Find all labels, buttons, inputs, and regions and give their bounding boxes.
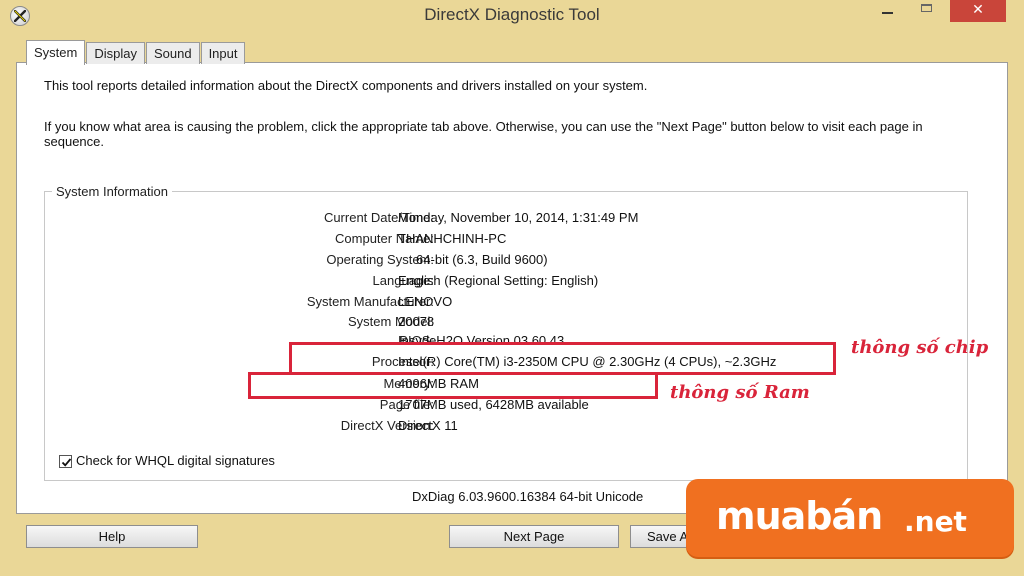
- logo-main-text: muabán: [716, 494, 883, 538]
- maximize-button[interactable]: [912, 0, 942, 22]
- close-button[interactable]: ✕: [950, 0, 1006, 22]
- info-value: 64-bit (6.3, Build 9600): [398, 252, 548, 267]
- info-row-language: Language: English (Regional Setting: Eng…: [44, 273, 944, 291]
- ram-annotation: thông số Ram: [670, 382, 810, 403]
- info-value: THANHCHINH-PC: [398, 231, 507, 246]
- muaban-logo: muabán .net: [686, 479, 1014, 557]
- whql-checkbox-row[interactable]: Check for WHQL digital signatures: [59, 453, 275, 469]
- info-value: 1707MB used, 6428MB available: [398, 397, 589, 412]
- info-row-model: System Model: 20078: [44, 314, 944, 332]
- info-row-directx-version: DirectX Version: DirectX 11: [44, 418, 944, 436]
- tab-input[interactable]: Input: [200, 42, 246, 64]
- info-row-manufacturer: System Manufacturer: LENOVO: [44, 294, 944, 312]
- memory-highlight-box: [248, 372, 658, 399]
- info-row-computer-name: Computer Name: THANHCHINH-PC: [44, 231, 944, 249]
- info-value: LENOVO: [398, 294, 453, 309]
- intro-text: This tool reports detailed information a…: [44, 78, 648, 93]
- window-title: DirectX Diagnostic Tool: [424, 5, 600, 24]
- processor-highlight-box: [289, 342, 836, 375]
- minimize-button[interactable]: [872, 0, 902, 22]
- tab-display[interactable]: Display: [86, 42, 145, 64]
- checkmark-icon: [61, 458, 72, 467]
- info-row-os: Operating System: 64-bit (6.3, Build 960…: [44, 252, 944, 270]
- help-button[interactable]: Help: [26, 525, 198, 548]
- next-page-button[interactable]: Next Page: [449, 525, 619, 548]
- instructions-text: If you know what area is causing the pro…: [44, 119, 923, 149]
- tab-system[interactable]: System: [26, 40, 86, 65]
- whql-checkbox-label: Check for WHQL digital signatures: [76, 453, 275, 468]
- whql-checkbox[interactable]: [59, 455, 72, 469]
- info-value: Monday, November 10, 2014, 1:31:49 PM: [398, 210, 639, 225]
- info-row-date: Current Date/Time: Monday, November 10, …: [44, 210, 944, 228]
- dxdiag-version-text: DxDiag 6.03.9600.16384 64-bit Unicode: [412, 489, 644, 504]
- logo-suffix-text: .net: [904, 505, 967, 538]
- dxdiag-window: DirectX Diagnostic Tool ✕ System Display…: [0, 0, 1024, 576]
- info-value: DirectX 11: [398, 418, 458, 433]
- tab-strip: System Display Sound Input: [26, 40, 246, 65]
- info-value: 20078: [398, 314, 435, 329]
- group-label: System Information: [52, 184, 172, 199]
- tab-sound[interactable]: Sound: [145, 42, 200, 64]
- title-bar[interactable]: DirectX Diagnostic Tool ✕: [0, 0, 1024, 34]
- info-value: English (Regional Setting: English): [398, 273, 599, 288]
- chip-annotation: thông số chip: [851, 337, 989, 358]
